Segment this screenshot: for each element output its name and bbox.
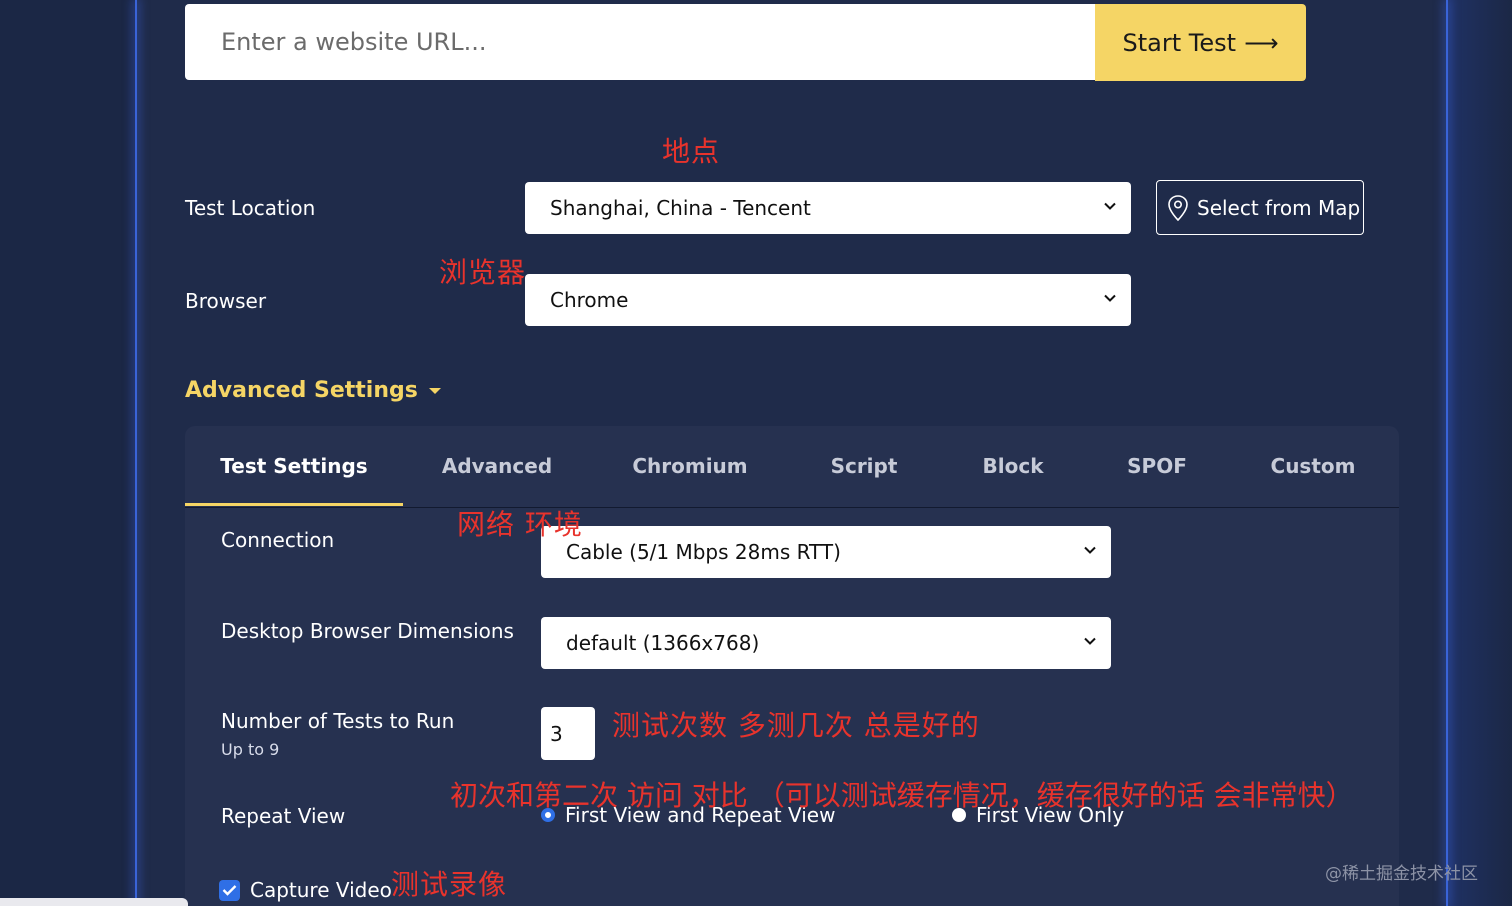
chevron-down-icon	[1104, 294, 1116, 302]
frame-border-left	[135, 0, 137, 906]
settings-tabs: Test Settings Advanced Chromium Script B…	[185, 426, 1399, 508]
test-location-label: Test Location	[185, 196, 316, 220]
num-tests-label: Number of Tests to Run	[221, 709, 455, 733]
tab-test-settings[interactable]: Test Settings	[185, 426, 403, 506]
dimensions-value: default (1366x768)	[566, 631, 760, 655]
url-input[interactable]	[185, 4, 1095, 80]
annotation-video: 测试录像	[391, 868, 508, 901]
dimensions-select[interactable]: default (1366x768)	[541, 617, 1111, 669]
select-from-map-button[interactable]: Select from Map	[1156, 180, 1364, 235]
connection-label: Connection	[221, 528, 335, 552]
caret-down-icon	[428, 387, 441, 394]
connection-select[interactable]: Cable (5/1 Mbps 28ms RTT)	[541, 526, 1111, 578]
tab-chromium[interactable]: Chromium	[591, 426, 789, 506]
connection-value: Cable (5/1 Mbps 28ms RTT)	[566, 540, 841, 564]
arrow-right-icon: ⟶	[1244, 28, 1279, 57]
repeat-view-label: Repeat View	[221, 804, 346, 828]
select-from-map-label: Select from Map	[1197, 195, 1361, 220]
annotation-network: 网络 环境	[457, 508, 583, 541]
watermark: @稀土掘金技术社区	[1325, 864, 1478, 884]
chevron-down-icon	[1104, 202, 1116, 210]
browser-value: Chrome	[550, 288, 629, 312]
chevron-down-icon	[1084, 637, 1096, 645]
dimensions-label: Desktop Browser Dimensions	[221, 619, 514, 643]
tab-spof[interactable]: SPOF	[1087, 426, 1227, 506]
tab-custom[interactable]: Custom	[1227, 426, 1399, 506]
start-test-label: Start Test	[1122, 28, 1237, 57]
annotation-location: 地点	[662, 135, 721, 168]
active-tab-indicator	[185, 503, 403, 506]
checkmark-icon	[222, 885, 237, 896]
tab-block[interactable]: Block	[939, 426, 1087, 506]
map-pin-icon	[1168, 194, 1188, 221]
capture-video-label: Capture Video	[250, 878, 392, 902]
annotation-tests: 测试次数 多测几次 总是好的	[612, 709, 980, 742]
status-bar	[0, 898, 188, 906]
annotation-browser: 浏览器	[439, 256, 527, 289]
num-tests-input[interactable]	[541, 707, 595, 760]
test-location-select[interactable]: Shanghai, China - Tencent	[525, 182, 1131, 234]
browser-label: Browser	[185, 289, 267, 313]
frame-glow	[1448, 0, 1512, 906]
advanced-settings-label: Advanced Settings	[185, 378, 418, 403]
start-test-button[interactable]: Start Test ⟶	[1095, 4, 1306, 81]
tab-script[interactable]: Script	[789, 426, 939, 506]
browser-select[interactable]: Chrome	[525, 274, 1131, 326]
capture-video-checkbox[interactable]	[219, 879, 240, 901]
frame-border-right	[1446, 0, 1448, 906]
capture-video-row: Capture Video	[219, 878, 392, 902]
tab-advanced[interactable]: Advanced	[403, 426, 591, 506]
annotation-repeat: 初次和第二次 访问 对比 （可以测试缓存情况，缓存很好的话 会非常快）	[450, 779, 1354, 812]
test-location-value: Shanghai, China - Tencent	[550, 196, 811, 220]
chevron-down-icon	[1084, 546, 1096, 554]
num-tests-sublabel: Up to 9	[221, 740, 280, 759]
advanced-settings-toggle[interactable]: Advanced Settings	[185, 378, 442, 403]
